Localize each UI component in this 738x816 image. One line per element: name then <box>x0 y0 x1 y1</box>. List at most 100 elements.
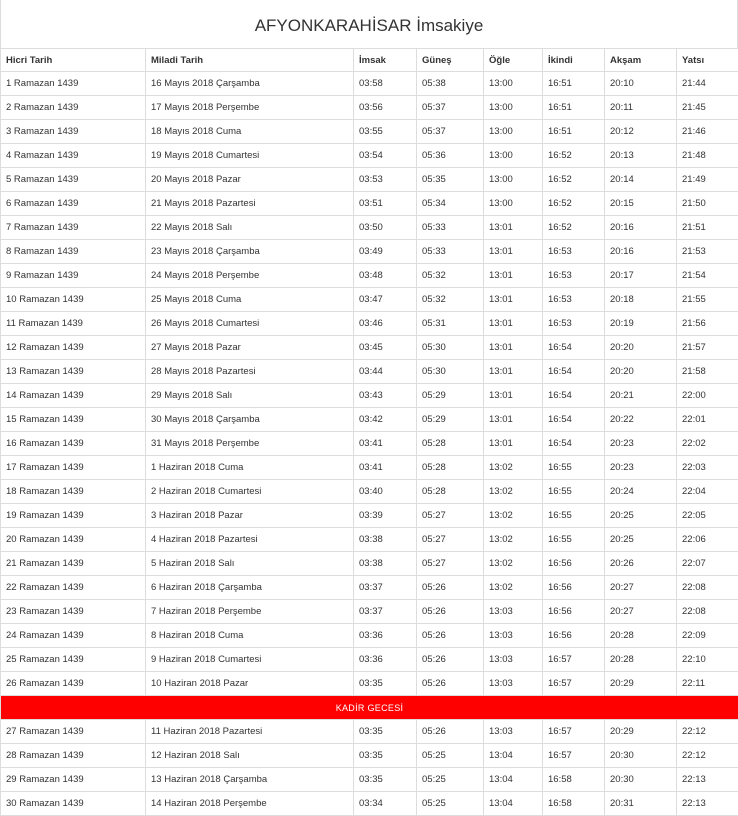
imsak-time-cell: 03:42 <box>354 408 417 432</box>
ogle-time-cell: 13:03 <box>484 672 543 696</box>
table-row: 9 Ramazan 143924 Mayıs 2018 Perşembe03:4… <box>1 264 738 288</box>
hicri-date-cell: 1 Ramazan 1439 <box>1 72 146 96</box>
ikindi-time-cell: 16:57 <box>543 744 605 768</box>
miladi-date-cell: 20 Mayıs 2018 Pazar <box>146 168 354 192</box>
ogle-time-cell: 13:03 <box>484 624 543 648</box>
ikindi-time-cell: 16:54 <box>543 408 605 432</box>
yatsi-time-cell: 21:54 <box>677 264 738 288</box>
gunes-time-cell: 05:27 <box>417 552 484 576</box>
table-row: 6 Ramazan 143921 Mayıs 2018 Pazartesi03:… <box>1 192 738 216</box>
ikindi-time-cell: 16:52 <box>543 144 605 168</box>
miladi-date-cell: 2 Haziran 2018 Cumartesi <box>146 480 354 504</box>
imsak-time-cell: 03:37 <box>354 600 417 624</box>
gunes-time-cell: 05:32 <box>417 264 484 288</box>
yatsi-time-cell: 22:12 <box>677 720 738 744</box>
table-row: 8 Ramazan 143923 Mayıs 2018 Çarşamba03:4… <box>1 240 738 264</box>
miladi-date-cell: 24 Mayıs 2018 Perşembe <box>146 264 354 288</box>
hicri-date-cell: 30 Ramazan 1439 <box>1 792 146 816</box>
miladi-date-cell: 7 Haziran 2018 Perşembe <box>146 600 354 624</box>
miladi-date-cell: 21 Mayıs 2018 Pazartesi <box>146 192 354 216</box>
table-row: 7 Ramazan 143922 Mayıs 2018 Salı03:5005:… <box>1 216 738 240</box>
table-row: 14 Ramazan 143929 Mayıs 2018 Salı03:4305… <box>1 384 738 408</box>
yatsi-time-cell: 21:55 <box>677 288 738 312</box>
ogle-time-cell: 13:00 <box>484 192 543 216</box>
imsak-time-cell: 03:37 <box>354 576 417 600</box>
gunes-time-cell: 05:27 <box>417 504 484 528</box>
miladi-date-cell: 8 Haziran 2018 Cuma <box>146 624 354 648</box>
ikindi-time-cell: 16:54 <box>543 360 605 384</box>
gunes-time-cell: 05:26 <box>417 672 484 696</box>
hicri-date-cell: 13 Ramazan 1439 <box>1 360 146 384</box>
ogle-time-cell: 13:02 <box>484 552 543 576</box>
aksam-time-cell: 20:24 <box>605 480 677 504</box>
ikindi-time-cell: 16:53 <box>543 312 605 336</box>
aksam-time-cell: 20:22 <box>605 408 677 432</box>
column-header-hicri: Hicri Tarih <box>1 49 146 72</box>
ogle-time-cell: 13:01 <box>484 384 543 408</box>
aksam-time-cell: 20:20 <box>605 336 677 360</box>
imsak-time-cell: 03:47 <box>354 288 417 312</box>
hicri-date-cell: 23 Ramazan 1439 <box>1 600 146 624</box>
ogle-time-cell: 13:03 <box>484 720 543 744</box>
aksam-time-cell: 20:20 <box>605 360 677 384</box>
ikindi-time-cell: 16:55 <box>543 480 605 504</box>
miladi-date-cell: 29 Mayıs 2018 Salı <box>146 384 354 408</box>
ikindi-time-cell: 16:54 <box>543 336 605 360</box>
hicri-date-cell: 3 Ramazan 1439 <box>1 120 146 144</box>
ikindi-time-cell: 16:53 <box>543 288 605 312</box>
yatsi-time-cell: 22:08 <box>677 576 738 600</box>
imsak-time-cell: 03:48 <box>354 264 417 288</box>
ikindi-time-cell: 16:52 <box>543 168 605 192</box>
imsak-time-cell: 03:34 <box>354 792 417 816</box>
yatsi-time-cell: 22:08 <box>677 600 738 624</box>
hicri-date-cell: 20 Ramazan 1439 <box>1 528 146 552</box>
table-row: 15 Ramazan 143930 Mayıs 2018 Çarşamba03:… <box>1 408 738 432</box>
miladi-date-cell: 19 Mayıs 2018 Cumartesi <box>146 144 354 168</box>
gunes-time-cell: 05:25 <box>417 792 484 816</box>
table-row: 17 Ramazan 14391 Haziran 2018 Cuma03:410… <box>1 456 738 480</box>
hicri-date-cell: 18 Ramazan 1439 <box>1 480 146 504</box>
ogle-time-cell: 13:02 <box>484 456 543 480</box>
table-row: 1 Ramazan 143916 Mayıs 2018 Çarşamba03:5… <box>1 72 738 96</box>
miladi-date-cell: 12 Haziran 2018 Salı <box>146 744 354 768</box>
gunes-time-cell: 05:30 <box>417 336 484 360</box>
yatsi-time-cell: 21:56 <box>677 312 738 336</box>
yatsi-time-cell: 22:05 <box>677 504 738 528</box>
ikindi-time-cell: 16:56 <box>543 600 605 624</box>
miladi-date-cell: 17 Mayıs 2018 Perşembe <box>146 96 354 120</box>
ogle-time-cell: 13:02 <box>484 504 543 528</box>
ogle-time-cell: 13:04 <box>484 744 543 768</box>
gunes-time-cell: 05:29 <box>417 408 484 432</box>
ogle-time-cell: 13:01 <box>484 216 543 240</box>
imsak-time-cell: 03:38 <box>354 528 417 552</box>
gunes-time-cell: 05:28 <box>417 480 484 504</box>
aksam-time-cell: 20:17 <box>605 264 677 288</box>
ikindi-time-cell: 16:51 <box>543 72 605 96</box>
page-title: AFYONKARAHİSAR İmsakiye <box>0 0 738 48</box>
aksam-time-cell: 20:12 <box>605 120 677 144</box>
miladi-date-cell: 25 Mayıs 2018 Cuma <box>146 288 354 312</box>
miladi-date-cell: 10 Haziran 2018 Pazar <box>146 672 354 696</box>
miladi-date-cell: 11 Haziran 2018 Pazartesi <box>146 720 354 744</box>
hicri-date-cell: 15 Ramazan 1439 <box>1 408 146 432</box>
aksam-time-cell: 20:18 <box>605 288 677 312</box>
ogle-time-cell: 13:01 <box>484 312 543 336</box>
hicri-date-cell: 26 Ramazan 1439 <box>1 672 146 696</box>
table-row: 2 Ramazan 143917 Mayıs 2018 Perşembe03:5… <box>1 96 738 120</box>
imsakiye-page: AFYONKARAHİSAR İmsakiye Hicri Tarih Mila… <box>0 0 738 816</box>
hicri-date-cell: 9 Ramazan 1439 <box>1 264 146 288</box>
imsakiye-table: Hicri Tarih Miladi Tarih İmsak Güneş Öğl… <box>0 48 738 816</box>
ogle-time-cell: 13:02 <box>484 576 543 600</box>
ogle-time-cell: 13:00 <box>484 168 543 192</box>
hicri-date-cell: 5 Ramazan 1439 <box>1 168 146 192</box>
aksam-time-cell: 20:21 <box>605 384 677 408</box>
hicri-date-cell: 7 Ramazan 1439 <box>1 216 146 240</box>
imsak-time-cell: 03:35 <box>354 768 417 792</box>
aksam-time-cell: 20:25 <box>605 504 677 528</box>
table-row: 21 Ramazan 14395 Haziran 2018 Salı03:380… <box>1 552 738 576</box>
column-header-gunes: Güneş <box>417 49 484 72</box>
table-row: 16 Ramazan 143931 Mayıs 2018 Perşembe03:… <box>1 432 738 456</box>
column-header-yatsi: Yatsı <box>677 49 738 72</box>
ogle-time-cell: 13:00 <box>484 96 543 120</box>
hicri-date-cell: 29 Ramazan 1439 <box>1 768 146 792</box>
